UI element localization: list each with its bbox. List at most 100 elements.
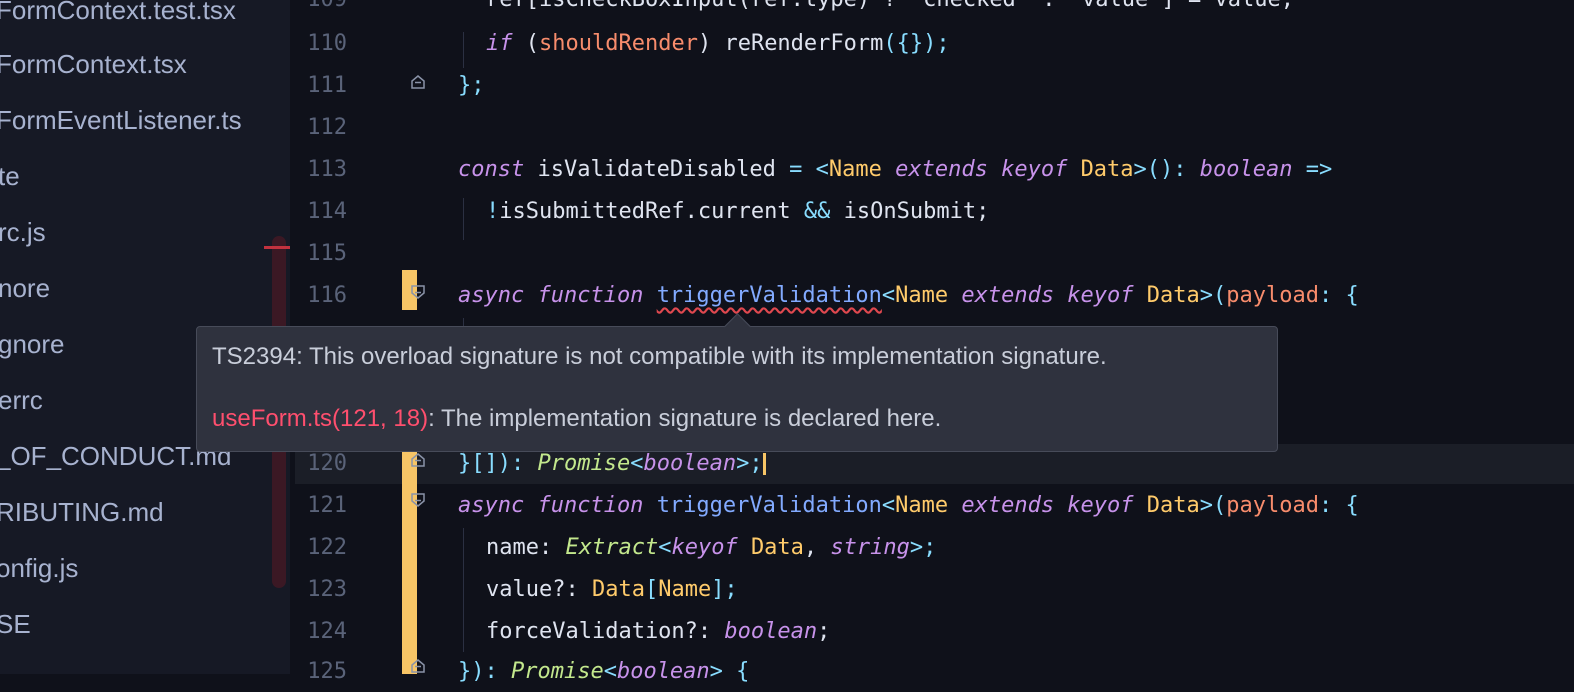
code-line[interactable]: value?: Data[Name]; — [486, 570, 738, 610]
code-token: >( — [1199, 283, 1227, 308]
sidebar-file-item[interactable]: errc — [0, 380, 43, 420]
line-number: 116 — [307, 283, 347, 308]
code-token: name: — [486, 535, 566, 560]
code-token: ( — [512, 31, 539, 56]
sidebar-file-item[interactable]: RIBUTING.md — [0, 492, 164, 532]
code-token: Name — [828, 157, 882, 182]
code-token: triggerValidation — [656, 493, 882, 518]
code-token: boolean — [616, 659, 710, 684]
code-token: : { — [1318, 283, 1359, 308]
line-number: 113 — [307, 157, 347, 182]
code-token: => — [1292, 157, 1333, 182]
code-token: ]; — [711, 577, 738, 602]
code-token: Data — [591, 577, 645, 602]
fold-start-icon[interactable] — [410, 492, 426, 508]
code-token: : { — [1318, 493, 1359, 518]
code-token: < — [881, 493, 896, 518]
line-number: 121 — [307, 493, 347, 518]
sidebar-file-item[interactable]: FormContext.test.tsx — [0, 0, 236, 30]
sidebar-file-item[interactable]: rc.js — [0, 212, 46, 252]
line-number: 123 — [307, 577, 347, 602]
code-line[interactable]: async function triggerValidation<Name ex… — [458, 486, 1359, 526]
line-number: 109 — [295, 0, 347, 20]
sidebar-file-item[interactable]: te — [0, 156, 20, 196]
fold-end-icon[interactable] — [410, 452, 426, 468]
code-line[interactable]: ref[isCheckBoxInput(ref.type) ? "checked… — [486, 0, 1294, 20]
tooltip-message: TS2394: This overload signature is not c… — [212, 343, 1107, 371]
code-line[interactable]: const isValidateDisabled = <Name extends… — [458, 150, 1332, 190]
code-token: , — [803, 535, 831, 560]
code-token: Name — [895, 283, 949, 308]
sidebar-file-item[interactable]: onfig.js — [0, 548, 78, 588]
code-token: < — [603, 659, 617, 684]
code-token: [ — [644, 577, 659, 602]
fold-end-icon[interactable] — [410, 658, 426, 674]
sidebar-file-item[interactable]: SE — [0, 604, 31, 644]
code-token: Name — [895, 493, 949, 518]
code-token: keyof — [671, 535, 738, 560]
line-number: 112 — [307, 115, 347, 140]
code-token: forceValidation?: — [486, 619, 725, 644]
sidebar-file-item[interactable]: FormEventListener.ts — [0, 100, 242, 140]
code-token: = < — [789, 157, 829, 182]
code-token: isSubmittedRef.current — [499, 199, 804, 224]
code-token: ! — [486, 199, 500, 224]
code-token: < — [881, 283, 896, 308]
code-token: if — [486, 31, 513, 56]
code-token: isValidateDisabled — [524, 157, 790, 182]
code-token: Data — [750, 535, 804, 560]
code-token: ref[isCheckBoxInput(ref.type) ? "checked… — [486, 0, 1294, 12]
code-token: ({}); — [883, 31, 950, 56]
code-token: ; — [817, 619, 831, 644]
code-token: }): — [458, 659, 511, 684]
code-token: Promise — [510, 659, 604, 684]
sidebar-file-item[interactable]: nore — [0, 268, 50, 308]
line-number: 110 — [307, 31, 347, 56]
code-token: >; — [736, 451, 763, 476]
error-message: : This overload signature is not compati… — [296, 343, 1107, 370]
sidebar-file-item[interactable]: gnore — [0, 324, 65, 364]
indent-guide — [463, 528, 464, 652]
code-token: extends keyof — [895, 157, 1068, 182]
code-token: shouldRender — [539, 31, 698, 56]
error-code: TS2394 — [212, 343, 297, 370]
code-line[interactable]: name: Extract<keyof Data, string>; — [486, 528, 936, 568]
code-token: boolean — [643, 451, 737, 476]
code-token: async function — [458, 493, 644, 518]
code-token: && — [803, 199, 831, 224]
code-token: Data — [1146, 283, 1200, 308]
code-token: Data — [1146, 493, 1200, 518]
code-token: > { — [709, 659, 750, 684]
code-line[interactable]: !isSubmittedRef.current && isOnSubmit; — [486, 192, 989, 232]
code-token: }[]): — [458, 451, 538, 476]
code-token: boolean — [1199, 157, 1293, 182]
code-line[interactable]: async function triggerValidation<Name ex… — [458, 276, 1359, 316]
code-token: payload — [1226, 493, 1319, 518]
code-line[interactable]: }; — [458, 66, 485, 106]
sidebar-file-item[interactable]: FormContext.tsx — [0, 44, 187, 84]
code-token: const — [458, 157, 525, 182]
code-token: Name — [658, 577, 712, 602]
indent-guide — [463, 32, 464, 68]
code-line[interactable]: if (shouldRender) reRenderForm({}); — [486, 24, 950, 64]
code-token: >; — [909, 535, 937, 560]
scrollbar-error-marker — [264, 246, 290, 249]
code-line[interactable]: forceValidation?: boolean; — [486, 612, 830, 652]
code-line[interactable]: }): Promise<boolean> { — [458, 652, 749, 692]
indent-guide — [463, 198, 464, 240]
line-number: 114 — [307, 199, 347, 224]
code-token: extends keyof — [961, 493, 1134, 518]
fold-start-icon[interactable] — [410, 284, 426, 300]
code-token: Extract — [565, 535, 659, 560]
code-token: triggerValidation — [656, 283, 882, 308]
code-token: isOnSubmit; — [830, 199, 990, 224]
fold-end-icon[interactable] — [410, 74, 426, 90]
related-location-link[interactable]: useForm.ts(121, 18) — [212, 405, 428, 432]
